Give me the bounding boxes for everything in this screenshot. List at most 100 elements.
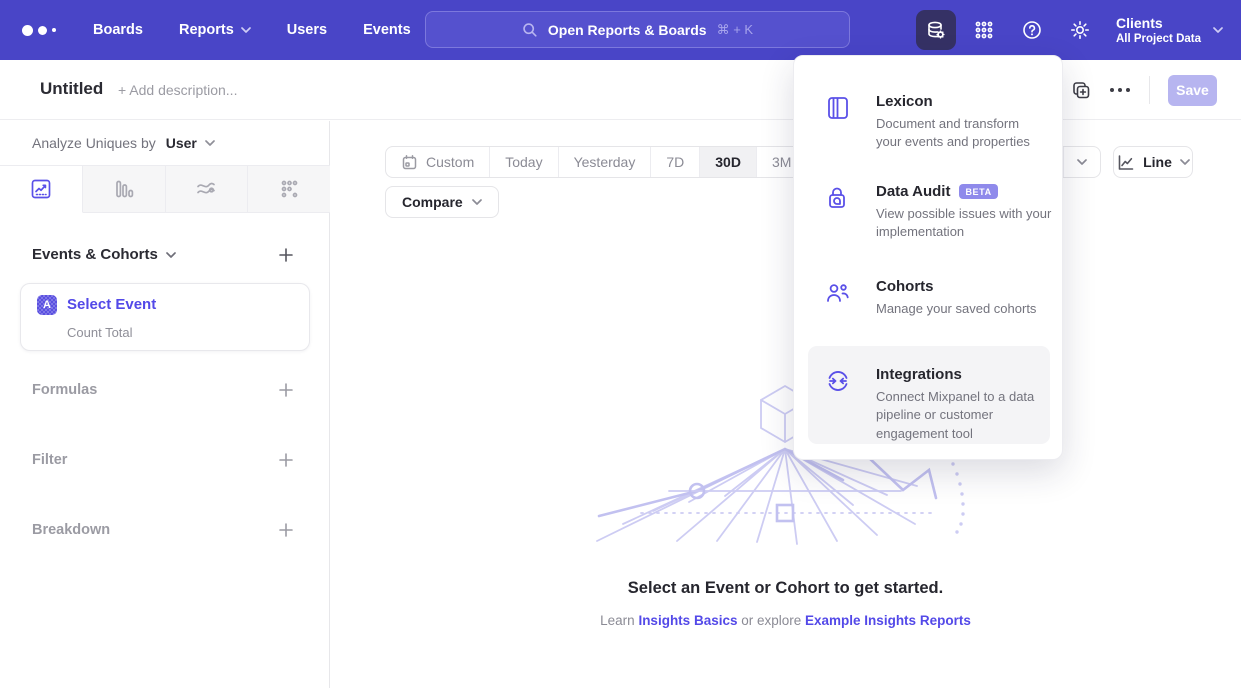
report-actions: Save — [1071, 60, 1217, 120]
empty-state: Select an Event or Cohort to get started… — [330, 579, 1241, 628]
cohorts-people-icon — [824, 279, 852, 307]
nav-item-label: Boards — [93, 22, 143, 38]
chart-type-dropdown[interactable]: Line — [1113, 146, 1193, 178]
analyze-uniques-control: Analyze Uniques by User — [32, 135, 215, 151]
insights-report-page: Boards Reports Users Events Open Reports… — [0, 0, 1241, 688]
analyze-label: Analyze Uniques by — [32, 135, 156, 151]
date-range-label: Yesterday — [574, 154, 636, 170]
date-range-label: 3M — [772, 154, 791, 170]
events-cohorts-header[interactable]: Events & Cohorts — [32, 246, 176, 263]
insights-basics-link[interactable]: Insights Basics — [638, 613, 737, 628]
top-navbar: Boards Reports Users Events Open Reports… — [0, 0, 1241, 60]
menu-item-integrations[interactable]: Integrations Connect Mixpanel to a data … — [808, 346, 1050, 444]
data-audit-icon — [824, 184, 852, 212]
lexicon-book-icon — [824, 94, 852, 122]
nav-item-label: Users — [287, 22, 327, 38]
menu-item-text: Lexicon Document and transform your even… — [876, 93, 1054, 152]
more-options-button[interactable] — [1109, 87, 1131, 93]
nav-item-events[interactable]: Events — [352, 14, 422, 46]
duplicate-button[interactable] — [1071, 80, 1091, 100]
plus-icon — [278, 452, 294, 468]
tab-flow-chart[interactable] — [166, 166, 249, 213]
tab-metrics-grid[interactable] — [248, 166, 330, 213]
menu-item-description: Document and transform your events and p… — [876, 115, 1054, 152]
breakdown-section: Breakdown — [32, 522, 294, 538]
data-management-button[interactable] — [916, 10, 956, 50]
add-filter-button[interactable] — [278, 452, 294, 468]
chart-area: Custom Today Yesterday 7D 30D 3M 6M — [330, 121, 1241, 688]
date-range-more-dropdown[interactable] — [1063, 147, 1100, 177]
grid-dots-icon — [973, 19, 995, 41]
date-range-today[interactable]: Today — [490, 147, 558, 177]
nav-item-users[interactable]: Users — [276, 14, 338, 46]
chevron-down-icon — [205, 140, 215, 146]
formulas-label: Formulas — [32, 382, 97, 398]
plus-icon — [278, 382, 294, 398]
bar-chart-tab-icon — [112, 177, 136, 201]
beta-badge: BETA — [959, 184, 997, 199]
search-placeholder: Open Reports & Boards — [548, 22, 707, 38]
project-name: Clients — [1116, 15, 1201, 33]
events-cohorts-label: Events & Cohorts — [32, 246, 158, 263]
date-range-30d[interactable]: 30D — [700, 147, 757, 177]
nav-item-boards[interactable]: Boards — [82, 14, 154, 46]
add-breakdown-button[interactable] — [278, 522, 294, 538]
search-icon — [522, 22, 538, 38]
menu-item-description: View possible issues with your implement… — [876, 205, 1054, 242]
primary-nav: Boards Reports Users Events — [82, 14, 422, 46]
select-event-card[interactable]: A Select Event Count Total — [20, 283, 310, 351]
tab-bar-chart[interactable] — [83, 166, 166, 213]
global-search-input[interactable]: Open Reports & Boards ⌘ + K — [425, 11, 850, 48]
plus-icon — [278, 522, 294, 538]
date-range-label: Today — [505, 154, 542, 170]
query-sidebar: Analyze Uniques by User — [0, 121, 330, 688]
data-management-dropdown: Lexicon Document and transform your even… — [793, 55, 1063, 460]
tab-insights-line[interactable] — [0, 166, 83, 213]
add-description-field[interactable]: + Add description... — [118, 82, 237, 98]
add-formula-button[interactable] — [278, 382, 294, 398]
plus-icon — [278, 247, 294, 263]
menu-item-text: Data Audit BETA View possible issues wit… — [876, 183, 1054, 242]
subtext-middle: or explore — [737, 613, 805, 628]
chevron-down-icon — [1213, 27, 1223, 33]
apps-grid-button[interactable] — [964, 10, 1004, 50]
date-range-label: Custom — [426, 154, 474, 170]
database-gear-icon — [925, 19, 947, 41]
chevron-down-icon — [1180, 159, 1190, 165]
compare-label: Compare — [402, 194, 463, 210]
navbar-right-controls: Clients All Project Data — [916, 0, 1223, 60]
menu-item-description: Manage your saved cohorts — [876, 300, 1054, 318]
compare-button[interactable]: Compare — [385, 186, 499, 218]
menu-item-description: Connect Mixpanel to a data pipeline or c… — [876, 388, 1054, 443]
settings-button[interactable] — [1060, 10, 1100, 50]
filter-label: Filter — [32, 452, 67, 468]
search-shortcut: ⌘ + K — [717, 22, 754, 38]
chevron-down-icon — [241, 27, 251, 33]
project-switcher[interactable]: Clients All Project Data — [1116, 15, 1223, 45]
date-range-7d[interactable]: 7D — [651, 147, 700, 177]
date-range-custom[interactable]: Custom — [386, 147, 490, 177]
filter-section: Filter — [32, 452, 294, 468]
ellipsis-icon — [1109, 87, 1131, 93]
mixpanel-logo-icon[interactable] — [22, 25, 58, 36]
example-reports-link[interactable]: Example Insights Reports — [805, 613, 971, 628]
add-event-button[interactable] — [278, 247, 294, 263]
date-range-label: 30D — [715, 154, 741, 170]
save-button[interactable]: Save — [1168, 75, 1217, 106]
analyze-value-dropdown[interactable]: User — [166, 135, 197, 151]
count-total-dropdown[interactable]: Count Total — [67, 325, 133, 340]
select-event-label: Select Event — [67, 296, 156, 313]
gear-icon — [1069, 19, 1091, 41]
report-title[interactable]: Untitled — [40, 79, 103, 99]
nav-item-reports[interactable]: Reports — [168, 14, 262, 46]
dots-grid-tab-icon — [277, 177, 301, 201]
line-chart-icon — [1116, 153, 1135, 172]
chart-type-label: Line — [1143, 154, 1172, 170]
integrations-sync-icon — [824, 367, 852, 395]
menu-item-title: Integrations — [876, 366, 962, 383]
help-button[interactable] — [1012, 10, 1052, 50]
nav-item-label: Reports — [179, 22, 234, 38]
date-range-yesterday[interactable]: Yesterday — [559, 147, 652, 177]
menu-item-title: Data Audit — [876, 183, 950, 200]
chevron-down-icon — [166, 252, 176, 258]
